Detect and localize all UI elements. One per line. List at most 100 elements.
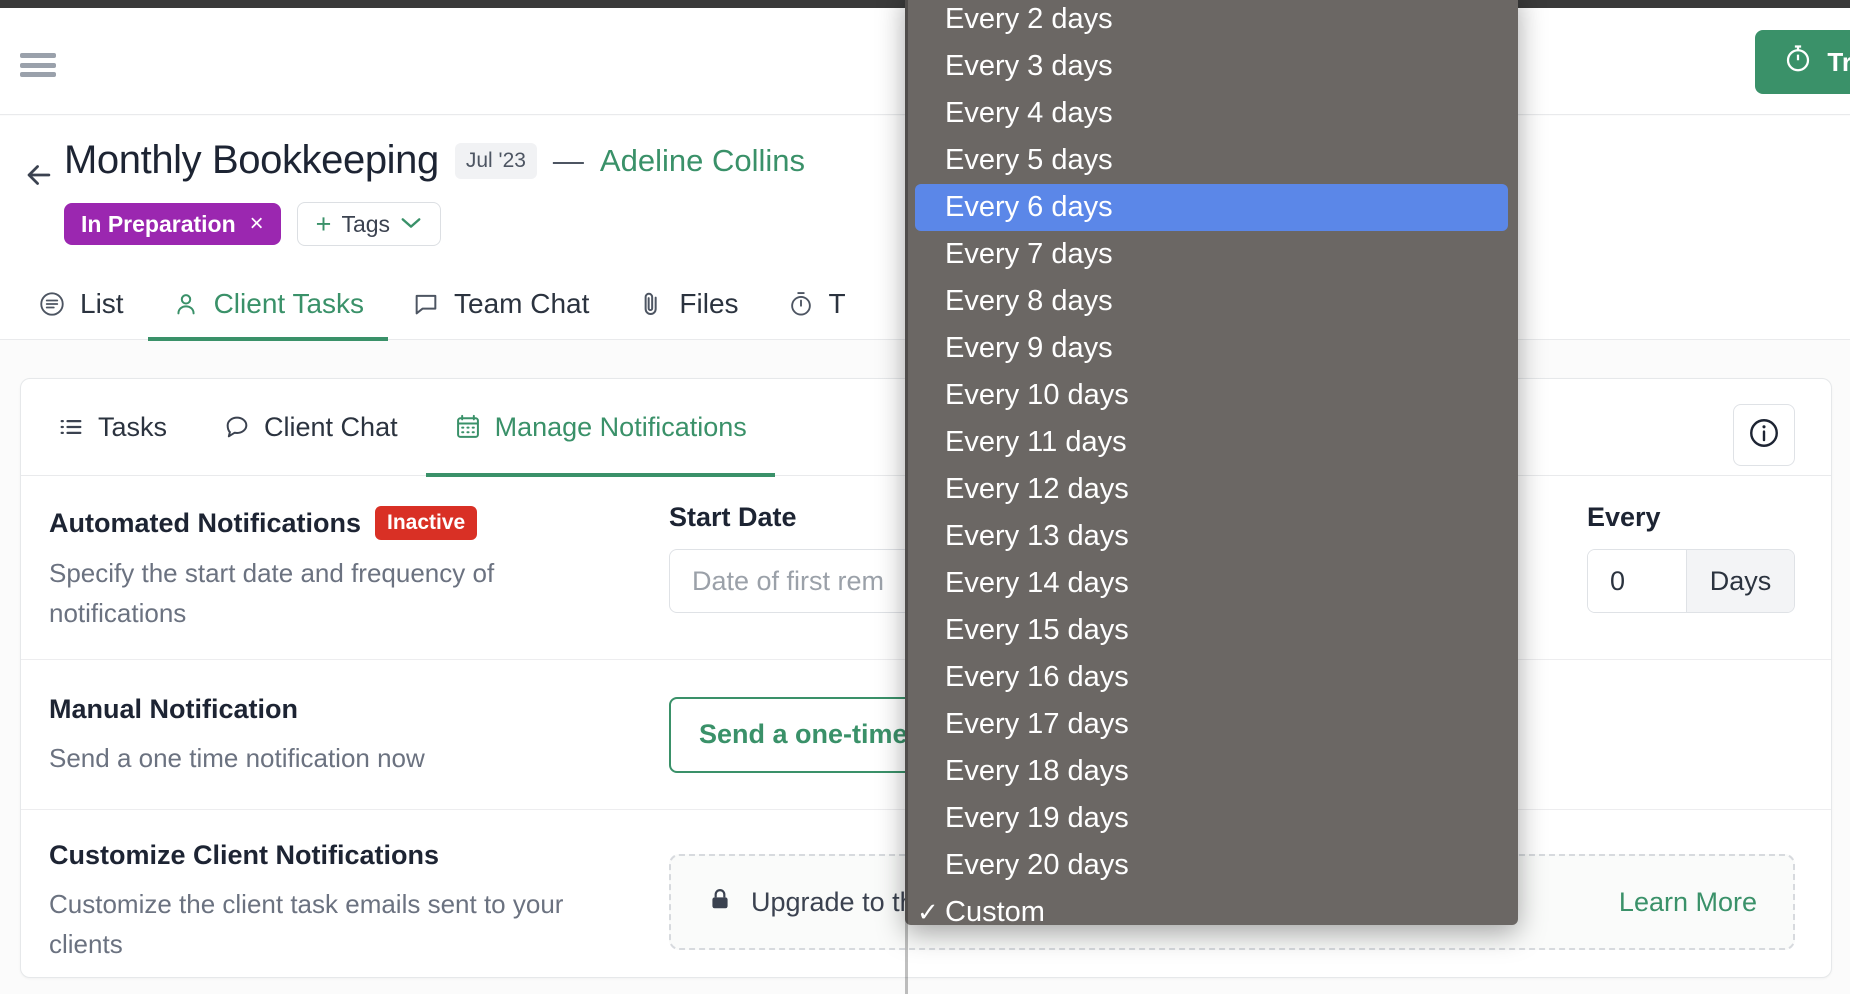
card-tab-tasks[interactable]: Tasks — [57, 379, 195, 476]
dropdown-option[interactable]: Every 17 days — [915, 701, 1508, 748]
row-automated-title: Automated Notifications — [49, 507, 362, 538]
dropdown-option-label: Every 14 days — [945, 567, 1129, 599]
dropdown-option[interactable]: Every 3 days — [915, 43, 1508, 90]
tab-list-label: List — [80, 287, 124, 319]
lock-icon — [707, 886, 733, 919]
info-button[interactable] — [1733, 404, 1795, 466]
row-manual-subtitle: Send a one time notification now — [49, 743, 425, 774]
check-icon: ✓ — [917, 897, 939, 925]
dropdown-option[interactable]: Every 2 days — [915, 0, 1508, 43]
tab-team-chat[interactable]: Team Chat — [388, 268, 613, 340]
card-tab-manage-notifications-label: Manage Notifications — [494, 411, 747, 442]
dropdown-option[interactable]: Every 6 days — [915, 184, 1508, 231]
dropdown-left-edge — [905, 0, 908, 994]
row-manual-left: Manual Notification Send a one time noti… — [49, 690, 669, 779]
row-manual-title: Manual Notification — [49, 694, 298, 725]
chat-bubble-icon — [412, 290, 440, 318]
status-badge[interactable]: In Preparation × — [64, 203, 281, 245]
dropdown-option-label: Every 15 days — [945, 614, 1129, 646]
list-lines-icon — [57, 413, 85, 441]
dropdown-option[interactable]: Every 12 days — [915, 466, 1508, 513]
dropdown-option-label: Every 13 days — [945, 520, 1129, 552]
row-customize-title: Customize Client Notifications — [49, 840, 440, 871]
status-remove-icon[interactable]: × — [250, 212, 264, 236]
dropdown-option-label: Every 17 days — [945, 708, 1129, 740]
dropdown-option-label: Every 11 days — [945, 426, 1127, 458]
row-automated-subtitle: Specify the start date and frequency of … — [49, 558, 495, 628]
add-tags-label: Tags — [341, 210, 391, 237]
dropdown-option[interactable]: Every 11 days — [915, 419, 1508, 466]
track-time-button[interactable]: Tr — [1755, 30, 1850, 94]
dropdown-option-label: Custom — [945, 896, 1045, 925]
card-tab-client-chat[interactable]: Client Chat — [195, 379, 426, 476]
dropdown-option[interactable]: Every 19 days — [915, 795, 1508, 842]
dropdown-option[interactable]: Every 13 days — [915, 513, 1508, 560]
page-title-row: Monthly Bookkeeping Jul '23 — Adeline Co… — [64, 138, 805, 183]
dropdown-option[interactable]: Every 4 days — [915, 90, 1508, 137]
dropdown-option-label: Every 20 days — [945, 849, 1129, 881]
dropdown-option-label: Every 12 days — [945, 473, 1129, 505]
stopwatch-icon — [1783, 44, 1813, 81]
info-circle-icon — [1747, 416, 1781, 455]
dropdown-option[interactable]: Every 8 days — [915, 278, 1508, 325]
tab-client-tasks[interactable]: Client Tasks — [147, 268, 389, 341]
tab-list[interactable]: List — [14, 268, 148, 340]
dropdown-option-label: Every 3 days — [945, 50, 1113, 82]
tab-files-label: Files — [679, 287, 739, 319]
dropdown-option[interactable]: Every 5 days — [915, 137, 1508, 184]
status-badge-inactive: Inactive — [375, 506, 478, 540]
hamburger-icon[interactable] — [20, 50, 56, 80]
period-chip[interactable]: Jul '23 — [454, 142, 537, 179]
person-icon — [172, 290, 200, 318]
dropdown-option-label: Every 4 days — [945, 97, 1113, 129]
tab-time[interactable]: T — [763, 268, 870, 340]
card-tab-client-chat-label: Client Chat — [264, 411, 398, 442]
dropdown-option-label: Every 7 days — [945, 238, 1113, 270]
tab-client-tasks-label: Client Tasks — [213, 287, 365, 319]
dropdown-option[interactable]: Every 18 days — [915, 748, 1508, 795]
tab-files[interactable]: Files — [613, 268, 762, 340]
dropdown-option-label: Every 19 days — [945, 802, 1129, 834]
dropdown-option-label: Every 10 days — [945, 379, 1129, 411]
list-icon — [38, 290, 66, 318]
row-automated-left: Automated Notifications Inactive Specify… — [49, 502, 669, 633]
card-tab-tasks-label: Tasks — [98, 411, 168, 442]
dropdown-option[interactable]: Every 20 days — [915, 842, 1508, 889]
dropdown-option-label: Every 9 days — [945, 332, 1113, 364]
frequency-dropdown-menu[interactable]: Every 2 days Every 3 days Every 4 days Ever… — [905, 0, 1518, 925]
app-root: Tr Monthly Bookkeeping Jul '23 — Adeline… — [0, 0, 1850, 994]
row-customize-left: Customize Client Notifications Customize… — [49, 836, 669, 964]
dropdown-option[interactable]: Every 10 days — [915, 372, 1508, 419]
paperclip-icon — [637, 290, 665, 318]
row-automated-title-wrap: Automated Notifications Inactive — [49, 506, 669, 540]
back-arrow-icon[interactable] — [22, 158, 56, 192]
dropdown-option-label: Every 6 days — [945, 191, 1113, 223]
every-value-input[interactable]: 0 — [1588, 550, 1686, 612]
tag-row: In Preparation × + Tags — [64, 202, 442, 246]
every-unit-select[interactable]: Days — [1686, 550, 1794, 612]
upgrade-banner-label: Upgrade to the — [751, 886, 930, 917]
dropdown-option[interactable]: Every 9 days — [915, 325, 1508, 372]
dropdown-option-label: Every 16 days — [945, 661, 1129, 693]
track-time-label: Tr — [1827, 46, 1850, 77]
title-separator: — — [552, 142, 584, 178]
dropdown-option[interactable]: Every 15 days — [915, 607, 1508, 654]
client-name-link[interactable]: Adeline Collins — [600, 143, 805, 179]
every-group: Every 0 Days — [1587, 502, 1795, 613]
learn-more-link[interactable]: Learn More — [1619, 887, 1757, 918]
status-badge-label: In Preparation — [81, 210, 236, 237]
card-tab-manage-notifications[interactable]: Manage Notifications — [425, 379, 775, 477]
dropdown-option-label: Every 18 days — [945, 755, 1129, 787]
chat-bubble-icon — [223, 413, 251, 441]
tab-team-chat-label: Team Chat — [454, 287, 590, 319]
dropdown-option[interactable]: Every 14 days — [915, 560, 1508, 607]
add-tags-button[interactable]: + Tags — [296, 202, 442, 246]
dropdown-option-label: Every 8 days — [945, 285, 1113, 317]
row-customize-subtitle: Customize the client task emails sent to… — [49, 889, 564, 959]
every-stepper[interactable]: 0 Days — [1587, 549, 1795, 613]
dropdown-option[interactable]: ✓ Custom — [915, 889, 1508, 925]
dropdown-option[interactable]: Every 16 days — [915, 654, 1508, 701]
calendar-icon — [454, 413, 482, 441]
every-label: Every — [1587, 502, 1661, 532]
dropdown-option[interactable]: Every 7 days — [915, 231, 1508, 278]
